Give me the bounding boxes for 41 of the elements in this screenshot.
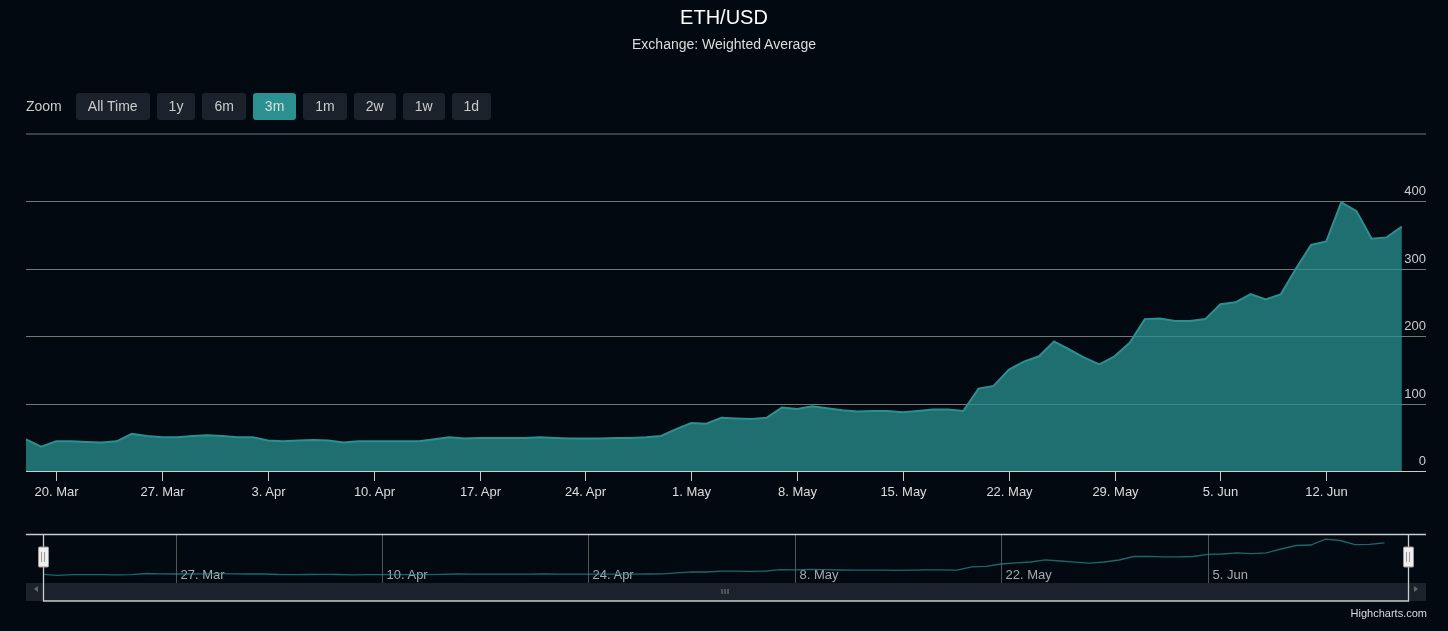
scrollbar-track[interactable] <box>26 583 1426 601</box>
navigator-date-label: 10. Apr <box>386 567 428 582</box>
scroll-right-icon[interactable] <box>1414 586 1418 592</box>
y-axis-label: 300 <box>1404 250 1426 266</box>
navigator-date-label: 8. May <box>799 567 839 582</box>
zoom-button[interactable]: All Time <box>75 92 150 120</box>
zoom-label: Zoom <box>26 98 62 114</box>
x-axis-label: 22. May <box>986 484 1033 499</box>
zoom-button[interactable]: 1m <box>303 92 347 120</box>
x-axis-label: 20. Mar <box>34 484 79 499</box>
zoom-button[interactable]: 1w <box>402 92 445 120</box>
x-axis-label: 24. Apr <box>564 484 607 499</box>
x-axis-label: 1. May <box>672 484 711 499</box>
y-axis-label: 0 <box>1418 453 1426 468</box>
navigator-handle[interactable] <box>1403 546 1414 568</box>
navigator-date-label: 22. May <box>1005 567 1052 582</box>
x-axis-label: 3. Apr <box>251 484 286 499</box>
zoom-button[interactable]: 1y <box>156 92 196 120</box>
y-axis-label: 400 <box>1404 183 1426 198</box>
zoom-button[interactable]: 2w <box>353 92 396 120</box>
x-axis-label: 29. May <box>1092 484 1139 499</box>
x-axis-label: 10. Apr <box>353 484 396 499</box>
zoom-button[interactable]: 6m <box>202 92 246 120</box>
navigator-date-label: 5. Jun <box>1212 567 1248 582</box>
scrollbar-grip-icon[interactable] <box>721 588 729 595</box>
credit-link[interactable]: Highcharts.com <box>1350 607 1427 619</box>
x-axis-label: 8. May <box>778 484 817 499</box>
chart-title: ETH/USD <box>680 5 768 30</box>
x-axis-label: 12. Jun <box>1305 484 1348 499</box>
x-axis-label: 17. Apr <box>459 484 502 499</box>
y-axis-label: 200 <box>1404 318 1426 333</box>
scroll-left-icon[interactable] <box>34 586 38 592</box>
navigator-handle[interactable] <box>38 546 49 568</box>
x-axis-label: 27. Mar <box>140 484 185 499</box>
navigator-date-label: 27. Mar <box>180 567 225 582</box>
chart-subtitle: Exchange: Weighted Average <box>632 36 816 52</box>
x-axis-label: 5. Jun <box>1202 484 1239 499</box>
x-axis-label: 15. May <box>880 484 927 499</box>
navigator-date-label: 24. Apr <box>592 567 634 582</box>
zoom-button[interactable]: 1d <box>451 92 492 120</box>
y-axis-label: 100 <box>1404 385 1426 401</box>
